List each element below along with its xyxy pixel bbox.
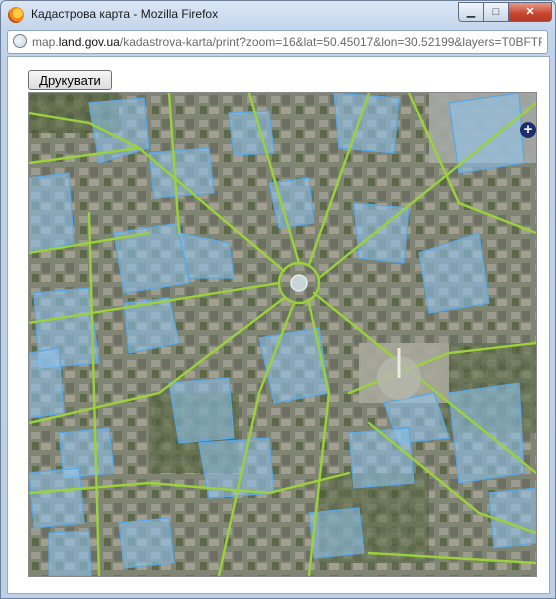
title-bar[interactable]: Кадастрова карта - Mozilla Firefox ▁ □ ✕ [1,1,555,29]
page-content: Друкувати + [7,56,550,594]
window-title: Кадастрова карта - Mozilla Firefox [31,7,219,21]
map-canvas [29,93,536,576]
maximize-button[interactable]: □ [483,2,509,22]
url-rest: /kadastrova-karta/print?zoom=16&lat=50.4… [119,35,542,49]
url-prefix: map. [32,35,59,49]
url-text[interactable]: map.land.gov.ua/kadastrova-karta/print?z… [32,35,542,49]
print-button[interactable]: Друкувати [28,70,112,90]
firefox-icon [8,7,24,23]
close-button[interactable]: ✕ [508,2,552,22]
minimize-button[interactable]: ▁ [458,2,484,22]
cadastral-map[interactable]: + [28,92,537,577]
url-domain: land.gov.ua [58,35,120,49]
address-bar[interactable]: map.land.gov.ua/kadastrova-karta/print?z… [7,30,548,54]
layer-switcher-button[interactable]: + [520,122,536,138]
globe-icon [13,34,27,48]
browser-window: Кадастрова карта - Mozilla Firefox ▁ □ ✕… [0,0,556,599]
